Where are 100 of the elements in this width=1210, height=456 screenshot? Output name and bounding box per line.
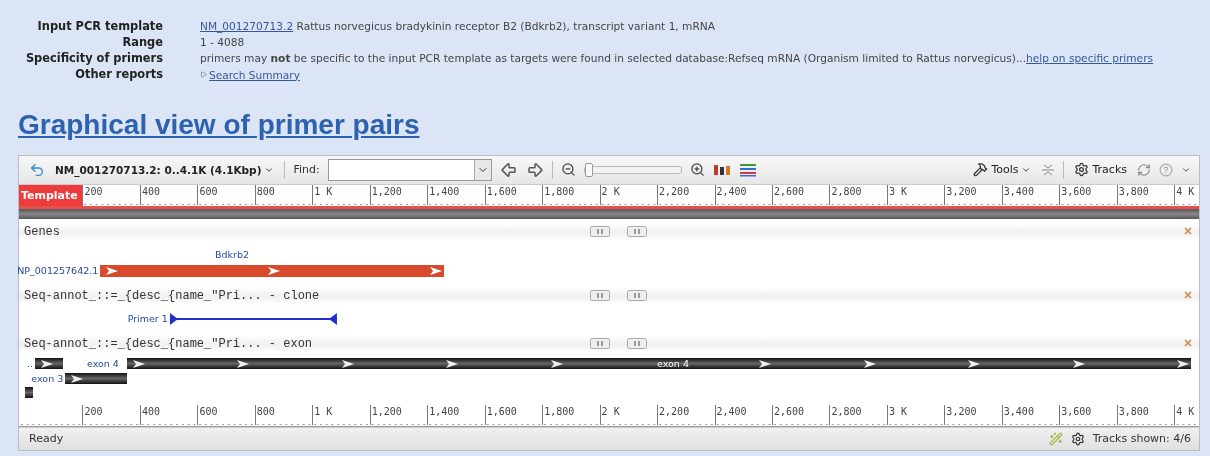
hammer-icon bbox=[973, 162, 989, 177]
ruler-tick-label: 1,400 bbox=[427, 404, 460, 425]
ruler-tick-label: 3,600 bbox=[1059, 404, 1092, 425]
sequence-dropdown[interactable]: NM_001270713.2: 0..4.1K (4.1Kbp) bbox=[53, 163, 277, 176]
ruler-tick-label: 200 bbox=[82, 184, 103, 205]
direction-arrow-icon bbox=[341, 359, 354, 368]
ruler-tick-label: 800 bbox=[254, 184, 275, 205]
tracks-button[interactable]: Tracks bbox=[1072, 162, 1129, 177]
track-toggle-icon[interactable] bbox=[590, 289, 610, 301]
field-label: Specificity of primers bbox=[24, 50, 163, 66]
section-heading[interactable]: Graphical view of primer pairs bbox=[18, 108, 420, 141]
right-arrow-icon[interactable] bbox=[525, 160, 544, 179]
direction-arrow-icon bbox=[106, 266, 119, 275]
ruler-tick-label: 3,800 bbox=[1116, 184, 1149, 205]
help-link[interactable]: help on specific primers bbox=[1026, 52, 1153, 64]
zoom-in-icon[interactable] bbox=[689, 162, 705, 177]
field-label: Other reports bbox=[74, 66, 163, 83]
direction-arrow-icon bbox=[863, 359, 876, 368]
ruler-tick-label: 3,200 bbox=[944, 404, 977, 425]
ruler-tick-label: 2,600 bbox=[771, 184, 805, 205]
field-label: Input PCR template bbox=[36, 18, 163, 34]
direction-arrow-icon bbox=[759, 359, 772, 368]
left-arrow-icon[interactable] bbox=[499, 160, 518, 179]
close-icon[interactable] bbox=[1183, 337, 1193, 348]
ruler-tick-label: 3,800 bbox=[1116, 404, 1149, 425]
ruler-tick-label: 3 K bbox=[886, 404, 907, 425]
track-toggle-icon[interactable] bbox=[590, 337, 610, 349]
exon-bar bbox=[25, 386, 34, 398]
direction-arrow-icon bbox=[430, 266, 443, 275]
close-icon[interactable] bbox=[1183, 225, 1193, 236]
search-summary-link[interactable]: Search Summary bbox=[200, 66, 300, 83]
track-toggle-icon[interactable] bbox=[627, 225, 647, 237]
direction-arrow-icon bbox=[446, 359, 459, 368]
direction-arrow-icon bbox=[1072, 359, 1085, 368]
ruler-tick-label: 3 K bbox=[886, 184, 907, 205]
exon-label: exon 4 bbox=[657, 357, 689, 369]
ruler-tick-label: 2,400 bbox=[714, 184, 747, 205]
ruler-tick-label: 1,800 bbox=[542, 184, 575, 205]
zoom-out-icon[interactable] bbox=[560, 162, 576, 177]
track-colors-icon[interactable] bbox=[738, 162, 757, 177]
accession-link[interactable]: NM_001270713.2 bbox=[200, 20, 294, 32]
sequence-icon[interactable] bbox=[712, 162, 731, 177]
track-toggle-icon[interactable] bbox=[590, 225, 610, 237]
ruler-tick-label: 2,800 bbox=[829, 404, 862, 425]
close-icon[interactable] bbox=[1183, 289, 1193, 300]
back-icon[interactable] bbox=[29, 161, 45, 178]
gear-icon[interactable] bbox=[1070, 431, 1085, 446]
ruler-tick-label: 1 K bbox=[312, 184, 333, 205]
track-toggle-icon[interactable] bbox=[627, 289, 647, 301]
ruler-tick-label: 200 bbox=[82, 404, 103, 425]
feature-label: NP_001257642.1 bbox=[17, 264, 99, 276]
tools-menu[interactable]: Tools bbox=[971, 162, 1034, 177]
field-value: primers may not be specific to the input PCR template as targets were found in selected database:Refseq mRNA (Organism limited to Rattus norvegicus)... bbox=[200, 52, 1027, 64]
template-label: Template bbox=[19, 184, 83, 206]
direction-arrow-icon bbox=[71, 374, 84, 383]
ruler-tick-label: 4 K bbox=[1174, 184, 1195, 205]
ruler-tick-label: 1,600 bbox=[484, 404, 517, 425]
ruler-tick-label: 2,200 bbox=[657, 404, 690, 425]
direction-arrow-icon bbox=[268, 266, 281, 275]
find-field[interactable] bbox=[327, 158, 492, 181]
wand-icon[interactable] bbox=[1048, 431, 1063, 446]
direction-arrow-icon bbox=[550, 359, 563, 368]
collapse-icon[interactable] bbox=[1041, 162, 1056, 177]
zoom-slider[interactable] bbox=[583, 165, 682, 174]
ruler-tick-label: 2,200 bbox=[657, 184, 690, 205]
track-title: Seq-annot_::=_{desc_{name_"Pri... - exon bbox=[23, 336, 313, 351]
gene-label: Bdkrb2 bbox=[215, 248, 250, 260]
ruler-tick-label: 1,800 bbox=[542, 404, 575, 425]
feature-label: .. bbox=[27, 357, 34, 369]
refresh-icon[interactable] bbox=[1137, 162, 1151, 177]
ruler-tick-label: 2,400 bbox=[714, 404, 747, 425]
ruler-tick-label: 2 K bbox=[599, 404, 620, 425]
gear-icon bbox=[1074, 162, 1090, 177]
direction-arrow-icon bbox=[1177, 359, 1189, 368]
ruler-tick-label: 1,600 bbox=[484, 184, 517, 205]
track-toggle-icon[interactable] bbox=[627, 337, 647, 349]
ruler-tick-label: 2 K bbox=[599, 184, 620, 205]
direction-arrow-icon bbox=[968, 359, 981, 368]
ruler-tick-label: 4 K bbox=[1174, 404, 1195, 425]
tracks-shown-text: Tracks shown: 4/6 bbox=[1092, 432, 1191, 445]
ruler-tick-label: 1 K bbox=[312, 404, 333, 425]
ruler-tick-label: 3,400 bbox=[1001, 404, 1034, 425]
field-value: 1 - 4088 bbox=[200, 36, 245, 48]
track-title: Seq-annot_::=_{desc_{name_"Pri... - clone bbox=[23, 288, 320, 303]
ruler-tick-label: 3,200 bbox=[944, 184, 977, 205]
help-icon[interactable] bbox=[1159, 162, 1173, 177]
ruler-tick-label: 800 bbox=[254, 404, 275, 425]
ruler-tick-label: 600 bbox=[197, 184, 218, 205]
status-text: Ready bbox=[29, 432, 64, 445]
direction-arrow-icon bbox=[237, 359, 250, 368]
ruler-tick-label: 1,400 bbox=[427, 184, 460, 205]
feature-label: Primer 1 bbox=[127, 312, 168, 324]
ruler-tick-label: 3,600 bbox=[1059, 184, 1092, 205]
feature-label: exon 4 bbox=[87, 357, 119, 369]
ruler-tick-label: 2,600 bbox=[771, 404, 805, 425]
expand-icon bbox=[200, 71, 207, 78]
ruler-tick-label: 3,400 bbox=[1001, 184, 1034, 205]
ruler-tick-label: 2,800 bbox=[829, 184, 862, 205]
direction-arrow-icon bbox=[133, 359, 145, 368]
ruler-tick-label: 600 bbox=[197, 404, 218, 425]
